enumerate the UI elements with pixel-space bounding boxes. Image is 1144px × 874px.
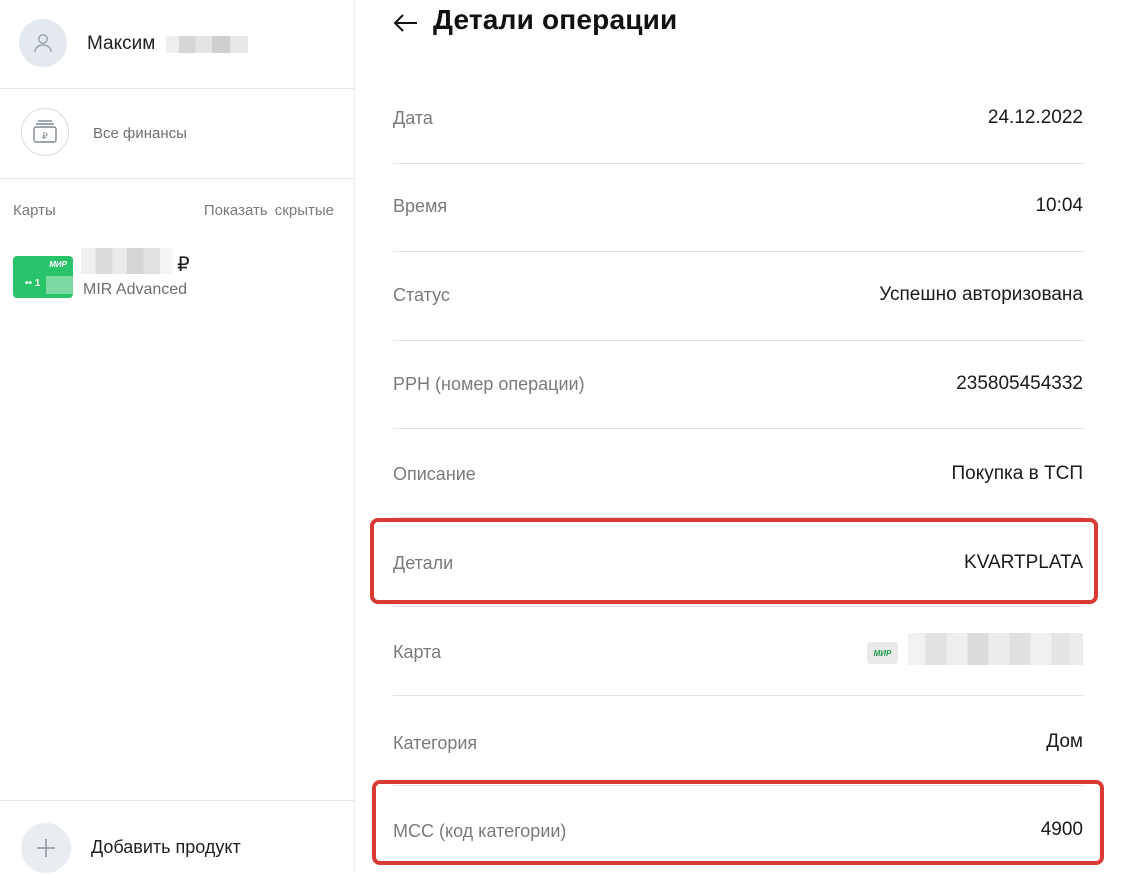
detail-row-time: Время 10:04: [393, 163, 1083, 252]
page-title: Детали операции: [433, 4, 678, 35]
show-hidden-link[interactable]: Показать скрытые: [204, 202, 334, 219]
avatar[interactable]: [19, 19, 67, 67]
detail-row-status: Статус Успешно авторизована: [393, 252, 1083, 341]
card-list-item[interactable]: МИР •• 1 ₽ MIR Advanced: [13, 248, 343, 304]
row-label: Описание: [393, 464, 476, 484]
redacted-balance: [81, 248, 173, 274]
cards-section-title: Карты: [13, 202, 56, 219]
redacted-surname: [166, 36, 248, 53]
detail-row-card[interactable]: Карта МИР: [393, 607, 1083, 696]
row-value: Успешно авторизована: [879, 284, 1083, 305]
user-name: Максим: [87, 33, 156, 54]
row-label: Время: [393, 196, 448, 216]
row-label: МСС (код категории): [393, 821, 567, 841]
mir-logo: МИР: [867, 642, 898, 664]
plus-icon: [37, 839, 55, 857]
detail-row-details: Детали KVARTPLATA: [393, 518, 1083, 607]
row-value: KVARTPLATA: [964, 552, 1083, 573]
row-value: Покупка в ТСП: [951, 463, 1083, 484]
mir-logo-text: МИР: [873, 648, 892, 658]
redacted-card-number: [46, 276, 73, 294]
redacted-card-number: [908, 633, 1083, 665]
row-value: 10:04: [1035, 195, 1083, 216]
sidebar: Максим ₽ Все финансы Карты Показать скры…: [0, 0, 355, 873]
row-value: 4900: [1040, 819, 1083, 840]
wallet-ruble-icon: ₽: [33, 120, 57, 143]
mir-logo: МИР: [49, 260, 67, 269]
plus-icon-wrapper: [21, 823, 71, 873]
detail-row-category: Категория Дом: [393, 697, 1083, 786]
row-label: Детали: [393, 553, 454, 573]
card-number-prefix: •• 1: [25, 278, 41, 289]
profile-header[interactable]: Максим: [0, 0, 354, 89]
detail-row-mcc: МСС (код категории) 4900: [393, 786, 1083, 874]
detail-row-rrn: РРН (номер операции) 235805454332: [393, 340, 1083, 429]
row-value: 235805454332: [956, 373, 1083, 394]
detail-row-date: Дата 24.12.2022: [393, 75, 1083, 164]
row-label: Дата: [393, 108, 433, 128]
all-finances-item[interactable]: ₽ Все финансы: [0, 89, 354, 179]
currency-sign: ₽: [177, 254, 190, 276]
arrow-left-icon: [393, 14, 417, 32]
back-button[interactable]: [393, 6, 423, 40]
row-value: 24.12.2022: [987, 107, 1083, 128]
all-finances-label: Все финансы: [93, 125, 187, 142]
finances-icon-wrapper: ₽: [21, 108, 69, 156]
row-value: Дом: [1046, 731, 1083, 752]
add-product-label: Добавить продукт: [91, 837, 241, 857]
row-label: Статус: [393, 285, 450, 305]
card-thumbnail: МИР •• 1: [13, 256, 73, 298]
row-label: Категория: [393, 733, 478, 753]
row-label: РРН (номер операции): [393, 374, 585, 394]
add-product-button[interactable]: Добавить продукт: [0, 800, 354, 874]
card-product-name: MIR Advanced: [83, 281, 188, 298]
row-label: Карта: [393, 642, 442, 662]
detail-row-description: Описание Покупка в ТСП: [393, 429, 1083, 518]
svg-text:₽: ₽: [42, 131, 48, 141]
user-icon: [34, 34, 52, 53]
